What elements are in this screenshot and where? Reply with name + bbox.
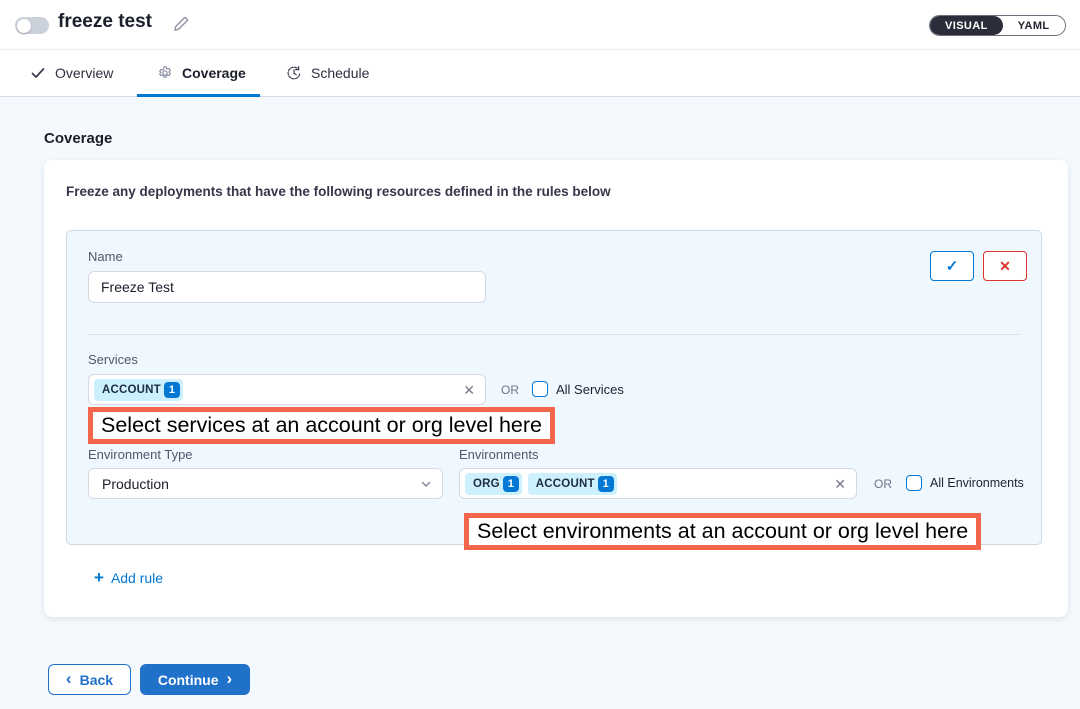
all-services-checkbox[interactable] (532, 381, 548, 397)
services-multiselect[interactable]: ACCOUNT 1 ✕ (88, 374, 486, 405)
back-label: Back (80, 672, 113, 688)
check-icon (30, 65, 46, 81)
edit-pencil-icon[interactable] (172, 15, 190, 33)
gear-icon (157, 65, 173, 81)
page-title: Coverage (44, 130, 112, 147)
environments-or-label: OR (874, 477, 892, 491)
environments-annotation-callout: Select environments at an account or org… (464, 513, 981, 550)
tab-schedule-label: Schedule (311, 65, 369, 81)
tab-schedule[interactable]: Schedule (286, 50, 369, 96)
continue-label: Continue (158, 672, 219, 688)
yaml-mode-button[interactable]: YAML (1003, 16, 1065, 35)
plus-icon: + (94, 569, 104, 586)
tab-coverage[interactable]: Coverage (157, 50, 246, 96)
freeze-window: freeze test VISUAL YAML Overview Coverag… (0, 0, 1080, 709)
tab-overview[interactable]: Overview (30, 50, 113, 96)
all-environments-checkbox[interactable] (906, 475, 922, 491)
active-tab-underline (137, 94, 260, 97)
tag-count-badge: 1 (598, 476, 614, 492)
tag-count-badge: 1 (503, 476, 519, 492)
visual-mode-button[interactable]: VISUAL (930, 16, 1003, 35)
confirm-rule-button[interactable]: ✓ (930, 251, 974, 281)
chevron-left-icon: ‹ (66, 670, 72, 687)
services-annotation-callout: Select services at an account or org lev… (88, 407, 555, 444)
services-or-label: OR (501, 383, 519, 397)
environments-tag-account[interactable]: ACCOUNT 1 (528, 473, 617, 495)
environments-tag-org[interactable]: ORG 1 (465, 473, 522, 495)
tag-label: ACCOUNT (102, 384, 161, 396)
chevron-down-icon (420, 478, 432, 490)
services-tag-account[interactable]: ACCOUNT 1 (94, 379, 183, 401)
chevron-right-icon: › (226, 670, 232, 687)
rule-name-input[interactable] (88, 271, 486, 303)
services-clear-icon[interactable]: ✕ (463, 383, 475, 397)
name-label: Name (88, 249, 123, 264)
environment-type-select[interactable]: Production (88, 468, 443, 499)
toggle-knob (17, 19, 31, 33)
add-rule-label: Add rule (111, 570, 163, 586)
tag-count-badge: 1 (164, 382, 180, 398)
environments-clear-icon[interactable]: ✕ (834, 477, 846, 491)
schedule-clock-icon (286, 65, 302, 81)
rule-divider (88, 334, 1020, 335)
tab-coverage-label: Coverage (182, 65, 246, 81)
cancel-rule-button[interactable]: ✕ (983, 251, 1027, 281)
all-environments-label: All Environments (930, 476, 1024, 490)
freeze-title: freeze test (58, 11, 152, 33)
tag-label: ORG (473, 478, 500, 490)
check-icon: ✓ (946, 257, 959, 275)
all-services-label: All Services (556, 382, 624, 397)
services-label: Services (88, 352, 138, 367)
tab-bar: Overview Coverage Schedule (0, 50, 1080, 97)
close-icon: ✕ (999, 258, 1011, 275)
environments-label: Environments (459, 447, 538, 462)
top-bar: freeze test VISUAL YAML (0, 0, 1080, 50)
environments-multiselect[interactable]: ORG 1 ACCOUNT 1 ✕ (459, 468, 857, 499)
continue-button[interactable]: Continue › (140, 664, 250, 695)
tab-overview-label: Overview (55, 65, 113, 81)
freeze-enable-toggle[interactable] (15, 17, 49, 34)
environment-type-value: Production (102, 476, 169, 492)
environment-type-label: Environment Type (88, 447, 193, 462)
visual-yaml-toggle: VISUAL YAML (929, 15, 1066, 36)
tag-label: ACCOUNT (536, 478, 595, 490)
back-button[interactable]: ‹ Back (48, 664, 131, 695)
add-rule-button[interactable]: + Add rule (94, 569, 163, 586)
coverage-description: Freeze any deployments that have the fol… (66, 184, 611, 199)
